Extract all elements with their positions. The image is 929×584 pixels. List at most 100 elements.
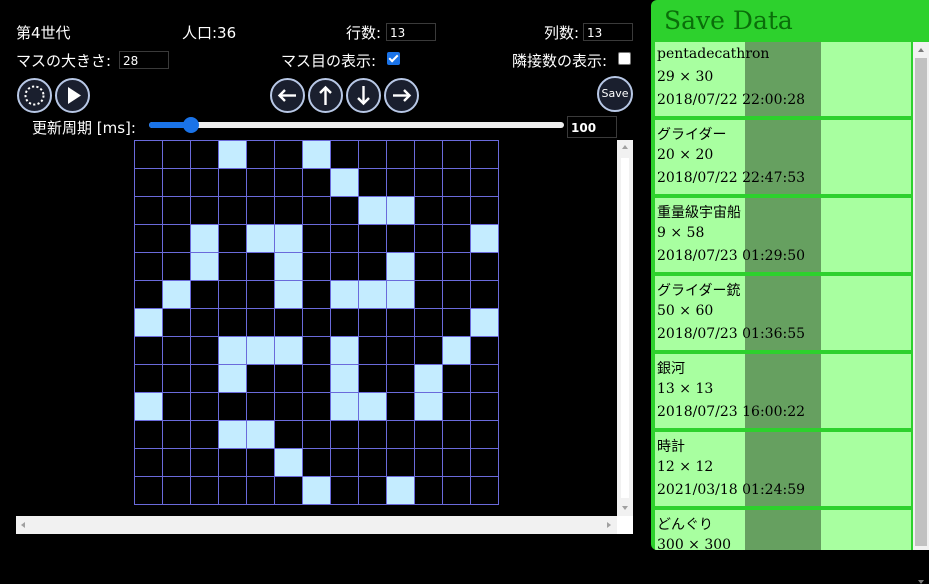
board-cell[interactable] [218, 392, 246, 420]
board-cell[interactable] [190, 476, 218, 504]
save-item[interactable]: pentadecathron 29 × 30 2018/07/22 22:00:28 [655, 42, 911, 118]
board-cell[interactable] [218, 252, 246, 280]
board-cell[interactable] [190, 336, 218, 364]
board-cell[interactable] [358, 252, 386, 280]
board-cell[interactable] [162, 224, 190, 252]
update-period-slider[interactable] [149, 117, 564, 133]
board-cell[interactable] [358, 224, 386, 252]
board-cell[interactable] [302, 224, 330, 252]
board-cell[interactable] [274, 392, 302, 420]
board-cell[interactable] [190, 420, 218, 448]
board-cell[interactable] [218, 196, 246, 224]
board-cell[interactable] [358, 308, 386, 336]
board-cell[interactable] [470, 476, 498, 504]
board-cell[interactable] [274, 420, 302, 448]
board-horizontal-scrollbar[interactable] [16, 516, 617, 534]
board-cell[interactable] [386, 364, 414, 392]
board-cell[interactable] [302, 140, 330, 168]
board-cell[interactable] [162, 476, 190, 504]
board-cell[interactable] [414, 364, 442, 392]
board-cell[interactable] [134, 308, 162, 336]
board-cell[interactable] [414, 476, 442, 504]
board-cell[interactable] [470, 448, 498, 476]
save-list-scrollbar[interactable] [913, 42, 929, 584]
board-cell[interactable] [190, 280, 218, 308]
board-cell[interactable] [246, 364, 274, 392]
board-cell[interactable] [134, 392, 162, 420]
board-cell[interactable] [246, 476, 274, 504]
board-cell[interactable] [442, 140, 470, 168]
board-cell[interactable] [246, 308, 274, 336]
board-cell[interactable] [470, 280, 498, 308]
board-cell[interactable] [190, 196, 218, 224]
board-cell[interactable] [218, 364, 246, 392]
board-cell[interactable] [330, 392, 358, 420]
board-cell[interactable] [414, 336, 442, 364]
board-cell[interactable] [442, 224, 470, 252]
board-cell[interactable] [330, 448, 358, 476]
board-cell[interactable] [470, 420, 498, 448]
save-item[interactable]: 重量級宇宙船 9 × 58 2018/07/23 01:29:50 [655, 198, 911, 274]
board-cell[interactable] [330, 168, 358, 196]
board-cell[interactable] [358, 140, 386, 168]
shift-left-button[interactable] [270, 78, 305, 113]
board-cell[interactable] [386, 252, 414, 280]
save-item[interactable]: 銀河 13 × 13 2018/07/23 16:00:22 [655, 354, 911, 430]
board-cell[interactable] [358, 364, 386, 392]
board-cell[interactable] [246, 168, 274, 196]
save-item[interactable]: グライダー銃 50 × 60 2018/07/23 01:36:55 [655, 276, 911, 352]
board-cell[interactable] [134, 336, 162, 364]
board-cell[interactable] [358, 168, 386, 196]
board-cell[interactable] [442, 280, 470, 308]
board-cell[interactable] [414, 420, 442, 448]
board-cell[interactable] [302, 252, 330, 280]
board-cell[interactable] [218, 448, 246, 476]
cols-input[interactable]: 13 [583, 23, 633, 41]
board-cell[interactable] [190, 140, 218, 168]
scroll-down-icon[interactable] [622, 506, 628, 510]
board-cell[interactable] [134, 252, 162, 280]
board-cell[interactable] [246, 280, 274, 308]
board-cell[interactable] [358, 420, 386, 448]
board-cell[interactable] [190, 224, 218, 252]
board-cell[interactable] [414, 252, 442, 280]
board-cell[interactable] [470, 364, 498, 392]
board-cell[interactable] [414, 308, 442, 336]
board-cell[interactable] [386, 308, 414, 336]
board-cell[interactable] [218, 308, 246, 336]
board-cell[interactable] [470, 196, 498, 224]
board-cell[interactable] [414, 392, 442, 420]
board-cell[interactable] [246, 196, 274, 224]
board-cell[interactable] [218, 224, 246, 252]
board-cell[interactable] [442, 168, 470, 196]
update-period-input[interactable]: 100 [567, 116, 617, 138]
board-cell[interactable] [414, 196, 442, 224]
scrollbar-thumb[interactable] [915, 58, 927, 546]
board-cell[interactable] [274, 336, 302, 364]
board-cell[interactable] [302, 420, 330, 448]
board-cell[interactable] [218, 280, 246, 308]
board-cell[interactable] [274, 280, 302, 308]
board-cell[interactable] [274, 140, 302, 168]
board-cell[interactable] [442, 336, 470, 364]
board-cell[interactable] [386, 420, 414, 448]
board-cell[interactable] [442, 476, 470, 504]
board-cell[interactable] [274, 364, 302, 392]
board-cell[interactable] [246, 448, 274, 476]
board-cell[interactable] [470, 336, 498, 364]
board-cell[interactable] [218, 168, 246, 196]
board-cell[interactable] [470, 252, 498, 280]
board-cell[interactable] [358, 448, 386, 476]
scroll-up-icon[interactable] [918, 48, 924, 52]
board-cell[interactable] [470, 168, 498, 196]
board-cell[interactable] [246, 140, 274, 168]
board-cell[interactable] [162, 140, 190, 168]
board-cell[interactable] [162, 448, 190, 476]
board-cell[interactable] [246, 392, 274, 420]
board-cell[interactable] [274, 252, 302, 280]
board-cell[interactable] [134, 280, 162, 308]
save-item[interactable]: どんぐり 300 × 300 [655, 510, 911, 550]
board-cell[interactable] [274, 168, 302, 196]
board-cell[interactable] [414, 448, 442, 476]
board-cell[interactable] [386, 280, 414, 308]
